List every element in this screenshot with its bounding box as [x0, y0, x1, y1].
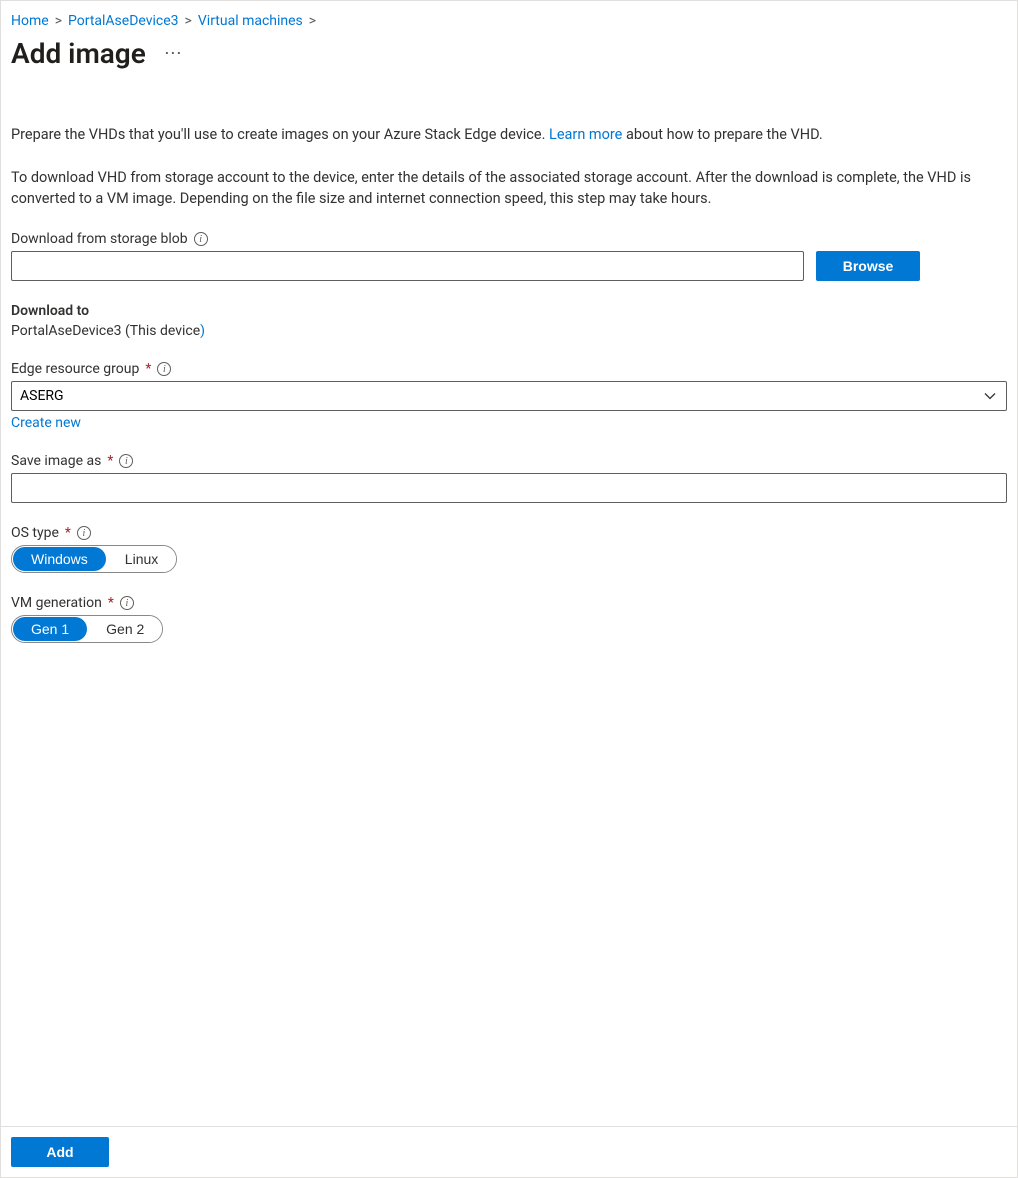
breadcrumb-vms[interactable]: Virtual machines [198, 13, 303, 29]
resource-group-select[interactable] [11, 381, 1007, 411]
intro-text-1b: about how to prepare the VHD. [622, 126, 822, 143]
info-icon[interactable]: i [194, 232, 208, 246]
breadcrumb-home[interactable]: Home [11, 13, 49, 29]
save-as-input[interactable] [11, 473, 1007, 503]
download-to-label: Download to [11, 303, 89, 319]
info-icon[interactable]: i [120, 596, 134, 610]
browse-button[interactable]: Browse [816, 251, 920, 281]
vm-gen-1[interactable]: Gen 1 [13, 617, 87, 641]
breadcrumb: Home > PortalAseDevice3 > Virtual machin… [11, 13, 1007, 29]
required-star: * [107, 453, 113, 469]
vm-gen-2[interactable]: Gen 2 [88, 616, 162, 642]
resource-group-label: Edge resource group [11, 361, 139, 377]
os-type-windows[interactable]: Windows [13, 547, 106, 571]
download-blob-label: Download from storage blob [11, 231, 188, 247]
chevron-right-icon: > [185, 13, 192, 29]
intro-text-1: Prepare the VHDs that you'll use to crea… [11, 124, 981, 145]
info-icon[interactable]: i [77, 526, 91, 540]
chevron-right-icon: > [55, 13, 62, 29]
required-star: * [145, 361, 151, 377]
download-blob-input[interactable] [11, 251, 804, 281]
more-icon[interactable]: ⋯ [164, 43, 183, 64]
info-icon[interactable]: i [157, 362, 171, 376]
intro-text-2: To download VHD from storage account to … [11, 167, 981, 209]
required-star: * [108, 595, 114, 611]
download-to-value: PortalAseDevice3 (This device) [11, 323, 1007, 339]
required-star: * [65, 525, 71, 541]
download-to-device: PortalAseDevice3 [11, 323, 122, 339]
info-icon[interactable]: i [119, 454, 133, 468]
intro-text-1a: Prepare the VHDs that you'll use to crea… [11, 126, 549, 143]
os-type-toggle: Windows Linux [11, 545, 177, 573]
footer-bar: Add [1, 1126, 1017, 1177]
vm-gen-label: VM generation [11, 595, 102, 611]
chevron-right-icon: > [309, 13, 316, 29]
os-type-linux[interactable]: Linux [107, 546, 176, 572]
learn-more-link[interactable]: Learn more [549, 126, 622, 143]
download-to-suffix: (This device [122, 323, 201, 339]
vm-gen-toggle: Gen 1 Gen 2 [11, 615, 163, 643]
download-to-close: ) [200, 323, 205, 339]
save-as-label: Save image as [11, 453, 101, 469]
create-new-link[interactable]: Create new [11, 415, 81, 431]
add-button[interactable]: Add [11, 1137, 109, 1167]
os-type-label: OS type [11, 525, 59, 541]
breadcrumb-device[interactable]: PortalAseDevice3 [68, 13, 179, 29]
page-title: Add image [11, 37, 146, 70]
